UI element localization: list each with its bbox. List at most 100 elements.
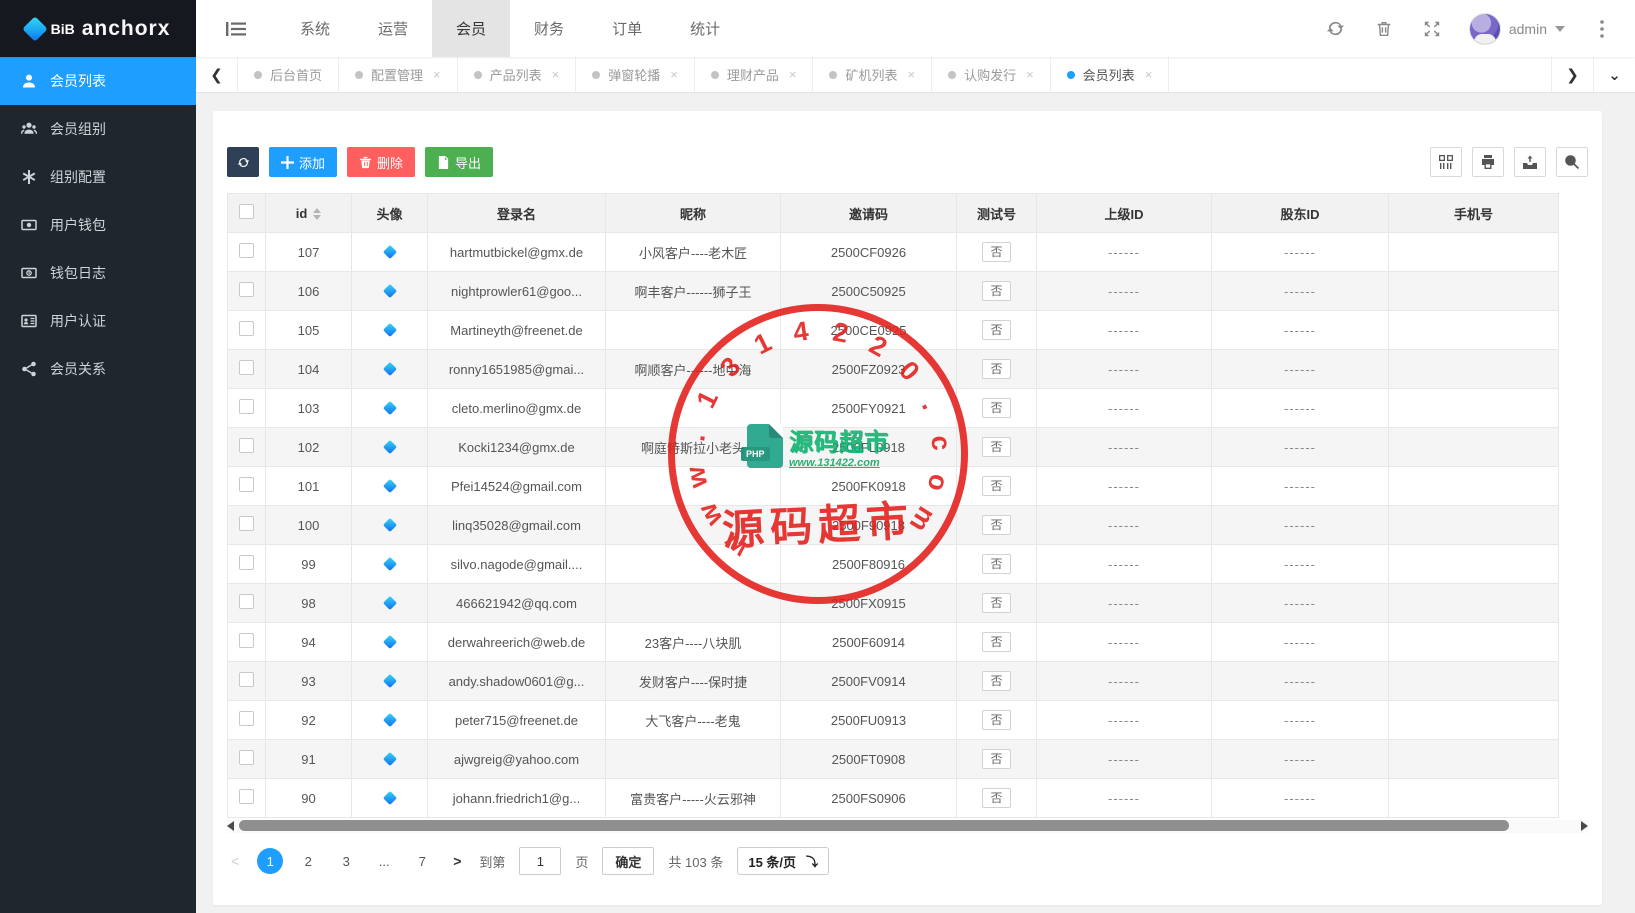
sidebar-item-会员关系[interactable]: 会员关系 bbox=[0, 345, 196, 393]
nav-item-运营[interactable]: 运营 bbox=[354, 0, 432, 57]
row-checkbox[interactable] bbox=[239, 516, 254, 531]
page-number-1[interactable]: 1 bbox=[257, 848, 283, 874]
scroll-left-arrow-icon[interactable] bbox=[227, 821, 234, 831]
trash-icon[interactable] bbox=[1373, 18, 1395, 40]
fullscreen-icon[interactable] bbox=[1421, 18, 1443, 40]
next-page-icon[interactable]: > bbox=[449, 853, 465, 869]
per-page-select[interactable]: 15 条/页 ⤵ bbox=[737, 847, 829, 875]
delete-button[interactable]: 删除 bbox=[347, 147, 415, 177]
test-flag-badge[interactable]: 否 bbox=[982, 437, 1010, 457]
tabs-scroll-right-icon[interactable]: ❯ bbox=[1551, 57, 1593, 92]
nav-item-订单[interactable]: 订单 bbox=[588, 0, 666, 57]
sort-icon[interactable] bbox=[313, 208, 321, 220]
column-header-id[interactable]: id bbox=[266, 194, 352, 233]
sidebar-item-用户钱包[interactable]: 用户钱包 bbox=[0, 201, 196, 249]
cell-test-flag: 否 bbox=[957, 233, 1037, 272]
sort-desc-icon[interactable] bbox=[313, 215, 321, 220]
kebab-menu-icon[interactable] bbox=[1591, 18, 1613, 40]
tab-产品列表[interactable]: 产品列表× bbox=[458, 57, 577, 92]
row-checkbox[interactable] bbox=[239, 750, 254, 765]
tab-close-icon[interactable]: × bbox=[552, 67, 560, 82]
page-number-3[interactable]: 3 bbox=[333, 848, 359, 874]
goto-page-input[interactable] bbox=[519, 847, 561, 875]
scrollbar-thumb[interactable] bbox=[239, 820, 1509, 831]
test-flag-badge[interactable]: 否 bbox=[982, 554, 1010, 574]
tab-close-icon[interactable]: × bbox=[907, 67, 915, 82]
menu-collapse-icon[interactable] bbox=[196, 0, 276, 57]
row-checkbox[interactable] bbox=[239, 555, 254, 570]
row-checkbox[interactable] bbox=[239, 789, 254, 804]
tab-close-icon[interactable]: × bbox=[1145, 67, 1153, 82]
tab-弹窗轮播[interactable]: 弹窗轮播× bbox=[576, 57, 695, 92]
tab-理财产品[interactable]: 理财产品× bbox=[695, 57, 814, 92]
tab-close-icon[interactable]: × bbox=[1026, 67, 1034, 82]
row-checkbox[interactable] bbox=[239, 321, 254, 336]
test-flag-badge[interactable]: 否 bbox=[982, 749, 1010, 769]
user-menu[interactable]: admin bbox=[1469, 13, 1565, 45]
sidebar-item-用户认证[interactable]: 用户认证 bbox=[0, 297, 196, 345]
test-flag-badge[interactable]: 否 bbox=[982, 788, 1010, 808]
nav-item-财务[interactable]: 财务 bbox=[510, 0, 588, 57]
export-button[interactable]: 导出 bbox=[425, 147, 493, 177]
confirm-page-button[interactable]: 确定 bbox=[602, 847, 654, 875]
sidebar-item-钱包日志[interactable]: 钱包日志 bbox=[0, 249, 196, 297]
test-flag-badge[interactable]: 否 bbox=[982, 320, 1010, 340]
search-icon[interactable] bbox=[1556, 147, 1588, 177]
row-checkbox[interactable] bbox=[239, 360, 254, 375]
row-checkbox[interactable] bbox=[239, 672, 254, 687]
tab-dot-icon bbox=[254, 71, 262, 79]
select-all-checkbox[interactable] bbox=[239, 204, 254, 219]
sidebar-item-组别配置[interactable]: 组别配置 bbox=[0, 153, 196, 201]
tabs-dropdown-icon[interactable]: ⌄ bbox=[1593, 57, 1635, 92]
page-number-2[interactable]: 2 bbox=[295, 848, 321, 874]
test-flag-badge[interactable]: 否 bbox=[982, 593, 1010, 613]
print-icon[interactable] bbox=[1472, 147, 1504, 177]
tab-close-icon[interactable]: × bbox=[433, 67, 441, 82]
export-tray-icon[interactable] bbox=[1514, 147, 1546, 177]
test-flag-badge[interactable]: 否 bbox=[982, 632, 1010, 652]
test-flag-badge[interactable]: 否 bbox=[982, 242, 1010, 262]
scroll-right-arrow-icon[interactable] bbox=[1581, 821, 1588, 831]
tab-配置管理[interactable]: 配置管理× bbox=[339, 57, 458, 92]
tab-close-icon[interactable]: × bbox=[789, 67, 797, 82]
test-flag-badge[interactable]: 否 bbox=[982, 671, 1010, 691]
tab-认购发行[interactable]: 认购发行× bbox=[932, 57, 1051, 92]
sidebar-item-会员列表[interactable]: 会员列表 bbox=[0, 57, 196, 105]
horizontal-scrollbar[interactable] bbox=[227, 820, 1588, 833]
row-checkbox[interactable] bbox=[239, 438, 254, 453]
row-checkbox[interactable] bbox=[239, 282, 254, 297]
refresh-icon[interactable] bbox=[1325, 18, 1347, 40]
test-flag-badge[interactable]: 否 bbox=[982, 281, 1010, 301]
sort-asc-icon[interactable] bbox=[313, 208, 321, 213]
tabs-scroll-left-icon[interactable]: ❮ bbox=[196, 57, 238, 92]
test-flag-badge[interactable]: 否 bbox=[982, 359, 1010, 379]
prev-page-icon[interactable]: < bbox=[227, 853, 243, 869]
row-checkbox[interactable] bbox=[239, 594, 254, 609]
nav-item-会员[interactable]: 会员 bbox=[432, 0, 510, 57]
nav-item-统计[interactable]: 统计 bbox=[666, 0, 744, 57]
refresh-table-button[interactable] bbox=[227, 147, 259, 177]
tab-会员列表[interactable]: 会员列表× bbox=[1051, 57, 1170, 92]
row-checkbox[interactable] bbox=[239, 399, 254, 414]
columns-icon[interactable] bbox=[1430, 147, 1462, 177]
test-flag-badge[interactable]: 否 bbox=[982, 476, 1010, 496]
cell-test-flag: 否 bbox=[957, 662, 1037, 701]
tab-矿机列表[interactable]: 矿机列表× bbox=[813, 57, 932, 92]
page-number-7[interactable]: 7 bbox=[409, 848, 435, 874]
nav-item-系统[interactable]: 系统 bbox=[276, 0, 354, 57]
sidebar-item-会员组别[interactable]: 会员组别 bbox=[0, 105, 196, 153]
test-flag-badge[interactable]: 否 bbox=[982, 398, 1010, 418]
id-card-icon bbox=[20, 312, 38, 330]
tab-close-icon[interactable]: × bbox=[670, 67, 678, 82]
row-checkbox[interactable] bbox=[239, 633, 254, 648]
row-checkbox[interactable] bbox=[239, 243, 254, 258]
row-checkbox[interactable] bbox=[239, 711, 254, 726]
row-checkbox[interactable] bbox=[239, 477, 254, 492]
user-avatar[interactable] bbox=[1469, 13, 1501, 45]
tab-后台首页[interactable]: 后台首页 bbox=[238, 57, 339, 92]
cell-parent-id: ------ bbox=[1037, 233, 1212, 272]
cell-id: 101 bbox=[266, 467, 352, 506]
add-button[interactable]: 添加 bbox=[269, 147, 337, 177]
test-flag-badge[interactable]: 否 bbox=[982, 710, 1010, 730]
test-flag-badge[interactable]: 否 bbox=[982, 515, 1010, 535]
